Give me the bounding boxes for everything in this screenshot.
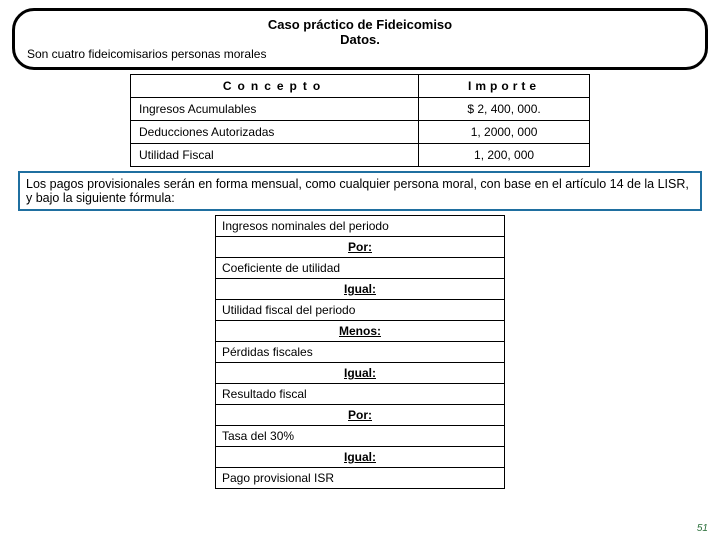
formula-cell: Utilidad fiscal del periodo bbox=[216, 300, 505, 321]
formula-row: Por: bbox=[216, 405, 505, 426]
paragraph-box: Los pagos provisionales serán en forma m… bbox=[18, 171, 702, 211]
formula-row: Tasa del 30% bbox=[216, 426, 505, 447]
formula-op: Por: bbox=[216, 237, 505, 258]
table-row: Ingresos Acumulables $ 2, 400, 000. bbox=[131, 98, 590, 121]
table-row: Deducciones Autorizadas 1, 2000, 000 bbox=[131, 121, 590, 144]
formula-op: Por: bbox=[216, 405, 505, 426]
cell-importe: 1, 2000, 000 bbox=[419, 121, 590, 144]
page-subtitle: Datos. bbox=[27, 32, 693, 47]
page-title: Caso práctico de Fideicomiso bbox=[27, 17, 693, 32]
formula-row: Igual: bbox=[216, 363, 505, 384]
formula-op: Igual: bbox=[216, 363, 505, 384]
formula-row: Utilidad fiscal del periodo bbox=[216, 300, 505, 321]
cell-concepto: Ingresos Acumulables bbox=[131, 98, 419, 121]
formula-row: Pérdidas fiscales bbox=[216, 342, 505, 363]
formula-row: Igual: bbox=[216, 279, 505, 300]
table-row: Utilidad Fiscal 1, 200, 000 bbox=[131, 144, 590, 167]
formula-op: Menos: bbox=[216, 321, 505, 342]
header-note: Son cuatro fideicomisarios personas mora… bbox=[27, 47, 693, 61]
cell-importe: $ 2, 400, 000. bbox=[419, 98, 590, 121]
formula-cell: Ingresos nominales del periodo bbox=[216, 216, 505, 237]
col-concepto: Concepto bbox=[131, 75, 419, 98]
formula-row: Ingresos nominales del periodo bbox=[216, 216, 505, 237]
data-table: Concepto Importe Ingresos Acumulables $ … bbox=[130, 74, 590, 167]
formula-op: Igual: bbox=[216, 279, 505, 300]
formula-row: Igual: bbox=[216, 447, 505, 468]
col-importe: Importe bbox=[419, 75, 590, 98]
formula-cell: Pago provisional ISR bbox=[216, 468, 505, 489]
cell-concepto: Utilidad Fiscal bbox=[131, 144, 419, 167]
formula-cell: Pérdidas fiscales bbox=[216, 342, 505, 363]
formula-row: Coeficiente de utilidad bbox=[216, 258, 505, 279]
formula-cell: Resultado fiscal bbox=[216, 384, 505, 405]
cell-concepto: Deducciones Autorizadas bbox=[131, 121, 419, 144]
formula-op: Igual: bbox=[216, 447, 505, 468]
cell-importe: 1, 200, 000 bbox=[419, 144, 590, 167]
header-box: Caso práctico de Fideicomiso Datos. Son … bbox=[12, 8, 708, 70]
formula-cell: Tasa del 30% bbox=[216, 426, 505, 447]
formula-cell: Coeficiente de utilidad bbox=[216, 258, 505, 279]
page-number: 51 bbox=[697, 523, 708, 534]
formula-row: Por: bbox=[216, 237, 505, 258]
formula-table: Ingresos nominales del periodo Por: Coef… bbox=[215, 215, 505, 489]
formula-row: Resultado fiscal bbox=[216, 384, 505, 405]
table-header-row: Concepto Importe bbox=[131, 75, 590, 98]
formula-row: Menos: bbox=[216, 321, 505, 342]
formula-row: Pago provisional ISR bbox=[216, 468, 505, 489]
